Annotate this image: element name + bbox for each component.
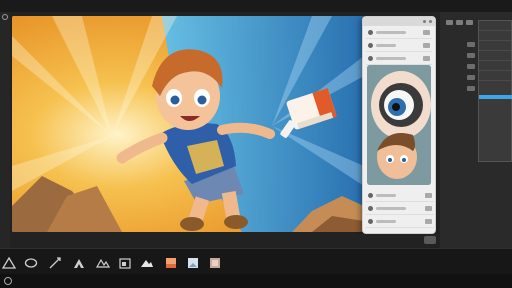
layer-name-bar <box>376 194 396 197</box>
dock-row[interactable] <box>479 21 511 31</box>
layer-row[interactable] <box>366 216 434 228</box>
dock-row[interactable] <box>479 31 511 41</box>
screen-icon[interactable] <box>424 236 436 244</box>
wave-icon[interactable] <box>95 255 111 269</box>
layer-options-icon[interactable] <box>423 30 430 35</box>
menu-icon[interactable] <box>429 20 432 23</box>
tool-column <box>464 36 478 116</box>
artwork-illustration <box>12 16 364 232</box>
layer-row[interactable] <box>366 27 432 39</box>
footer-strip <box>0 274 512 288</box>
layer-visibility-icon[interactable] <box>368 219 373 224</box>
selected-row-highlight[interactable] <box>479 95 512 99</box>
thumbnail-illustration <box>367 65 431 185</box>
left-rail <box>0 12 10 248</box>
layer-name-bar <box>376 31 406 34</box>
window-icon[interactable] <box>456 20 463 25</box>
brush-icon[interactable] <box>72 255 86 269</box>
app-window <box>0 0 512 288</box>
layer-row[interactable] <box>366 190 434 202</box>
layer-row[interactable] <box>366 53 432 65</box>
tool-icon[interactable] <box>467 42 475 47</box>
stamp-icon[interactable] <box>208 255 222 269</box>
ellipse-icon[interactable] <box>24 255 38 269</box>
frame-icon[interactable] <box>118 255 132 269</box>
orange-swatch-icon[interactable] <box>164 255 178 269</box>
panel-header[interactable] <box>363 17 435 26</box>
layer-options-icon[interactable] <box>423 43 430 48</box>
close-icon[interactable] <box>423 20 426 23</box>
layer-row[interactable] <box>366 203 434 215</box>
circle-icon[interactable] <box>4 277 12 285</box>
tool-icon[interactable] <box>467 75 475 80</box>
layers-panel[interactable] <box>362 16 436 234</box>
layer-row[interactable] <box>366 40 432 52</box>
dock-panel[interactable] <box>478 20 512 162</box>
circle-icon[interactable] <box>2 14 8 20</box>
layer-visibility-icon[interactable] <box>368 193 373 198</box>
artwork-canvas[interactable] <box>12 16 364 232</box>
layer-name-bar <box>376 220 396 223</box>
layer-thumbnail[interactable] <box>367 65 431 185</box>
layer-options-icon[interactable] <box>425 219 432 224</box>
pen-icon[interactable] <box>48 255 62 269</box>
window-icon[interactable] <box>446 20 453 25</box>
layer-options-icon[interactable] <box>425 206 432 211</box>
image-icon[interactable] <box>186 255 200 269</box>
dock-row[interactable] <box>479 51 511 61</box>
dock-row[interactable] <box>479 71 511 81</box>
layer-visibility-icon[interactable] <box>368 56 373 61</box>
tool-icon[interactable] <box>467 86 475 91</box>
title-strip <box>0 0 512 12</box>
layer-name-bar <box>376 57 406 60</box>
layer-visibility-icon[interactable] <box>368 30 373 35</box>
triangle-icon[interactable] <box>1 255 17 269</box>
layer-options-icon[interactable] <box>423 56 430 61</box>
mountain-icon[interactable] <box>140 255 154 269</box>
layer-name-bar <box>376 207 406 210</box>
status-strip <box>12 234 440 248</box>
layer-name-bar <box>376 44 396 47</box>
layer-options-icon[interactable] <box>425 193 432 198</box>
tool-icon[interactable] <box>467 53 475 58</box>
layer-visibility-icon[interactable] <box>368 206 373 211</box>
dock-row[interactable] <box>479 61 511 71</box>
bottom-toolbar <box>0 248 512 274</box>
layer-visibility-icon[interactable] <box>368 43 373 48</box>
dock-row[interactable] <box>479 41 511 51</box>
tool-icon[interactable] <box>467 64 475 69</box>
window-icon[interactable] <box>466 20 473 25</box>
